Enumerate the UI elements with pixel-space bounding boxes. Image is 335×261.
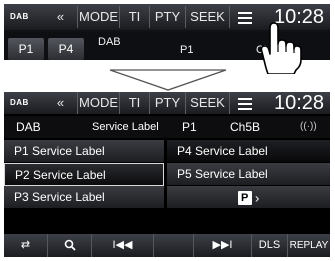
dab-logo: DAB xyxy=(10,12,29,21)
preset-label: P1 xyxy=(182,120,197,134)
channel-label: Ch5B xyxy=(230,120,261,134)
menu-icon[interactable] xyxy=(230,92,260,114)
preset-item-p3[interactable]: P3 Service Label xyxy=(4,186,164,209)
search-icon[interactable] xyxy=(48,234,92,257)
ti-button[interactable]: TI xyxy=(120,92,150,114)
preset-button-p4[interactable]: P4 xyxy=(48,38,84,60)
station-info-bar: DAB Service Label P1 Ch5B ((·)) xyxy=(4,116,330,138)
down-arrow-icon xyxy=(109,69,227,91)
next-page-button[interactable]: P › xyxy=(167,186,330,209)
blank-button[interactable] xyxy=(154,234,194,257)
pty-button[interactable]: PTY xyxy=(150,6,186,28)
source-switch-icon[interactable]: ⇄ xyxy=(4,234,48,257)
mode-button[interactable]: MODE xyxy=(78,6,120,28)
replay-button[interactable]: REPLAY xyxy=(288,234,330,257)
back-button[interactable]: « xyxy=(44,6,78,28)
mode-button[interactable]: MODE xyxy=(78,92,120,114)
dab-logo: DAB xyxy=(10,98,29,107)
pty-button[interactable]: PTY xyxy=(150,92,186,114)
next-button[interactable]: ▶▶I xyxy=(194,234,252,257)
preset-item-p5[interactable]: P5 Service Label xyxy=(167,163,330,186)
preset-list: P1 Service Label P2 Service Label P3 Ser… xyxy=(4,140,330,232)
preset-item-p1[interactable]: P1 Service Label xyxy=(4,140,164,163)
band-label: DAB xyxy=(16,120,41,134)
control-bar: ⇄ I◀◀ ▶▶I DLS REPLAY xyxy=(4,234,330,257)
back-button[interactable]: « xyxy=(44,92,78,114)
seek-button[interactable]: SEEK xyxy=(186,6,230,28)
ti-button[interactable]: TI xyxy=(120,6,150,28)
preset-button-p1[interactable]: P1 xyxy=(8,38,44,60)
p-badge-icon: P xyxy=(237,190,252,205)
service-label: Service Label xyxy=(92,121,159,133)
previous-button[interactable]: I◀◀ xyxy=(92,234,154,257)
band-label: DAB xyxy=(98,36,121,48)
top-toolbar: DAB « MODE TI PTY SEEK 10:28 xyxy=(4,92,330,114)
signal-icon: ((·)) xyxy=(300,121,317,132)
preset-item-p4[interactable]: P4 Service Label xyxy=(167,140,330,163)
preset-label: P1 xyxy=(180,44,194,56)
hand-tap-icon xyxy=(260,22,302,74)
dls-button[interactable]: DLS xyxy=(252,234,288,257)
seek-button[interactable]: SEEK xyxy=(186,92,230,114)
chevron-right-icon: › xyxy=(255,190,260,206)
screen-after: DAB « MODE TI PTY SEEK 10:28 DAB Service… xyxy=(4,92,330,257)
preset-item-p2[interactable]: P2 Service Label xyxy=(4,163,164,186)
clock: 10:28 xyxy=(274,92,325,114)
